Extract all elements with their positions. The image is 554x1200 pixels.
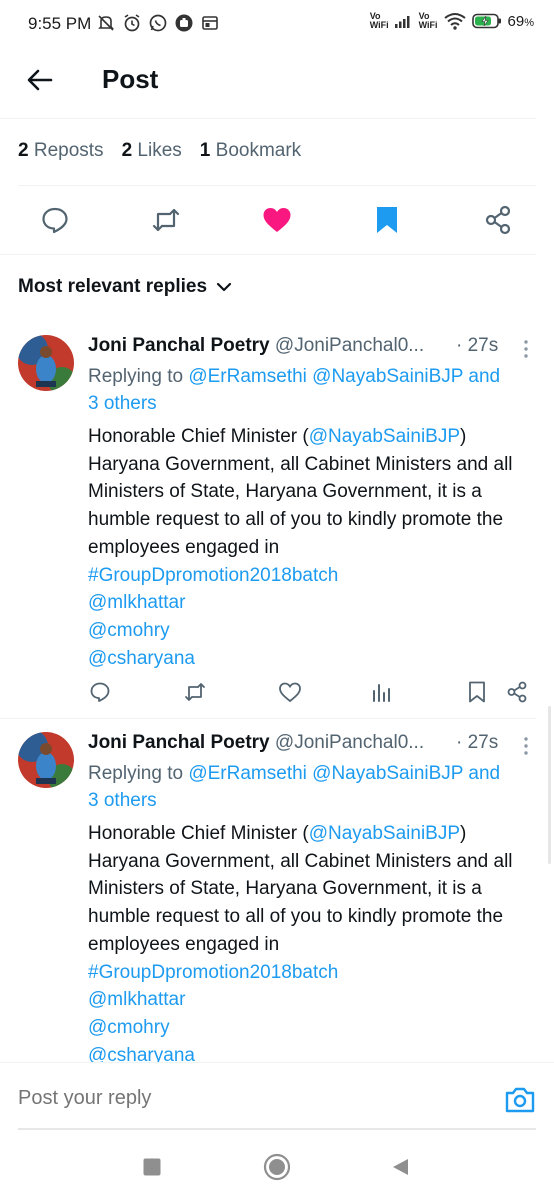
share-icon[interactable] — [505, 680, 529, 704]
reposts-stat[interactable]: 2 Reposts — [18, 140, 104, 170]
mention-link[interactable]: @mlkhattar — [88, 989, 185, 1010]
mention-link[interactable]: @NayabSainiBJP — [312, 366, 463, 387]
battery-level: 69% — [507, 12, 534, 30]
mention-link[interactable]: @mlkhattar — [88, 592, 185, 613]
home-icon[interactable] — [263, 1153, 291, 1181]
others-link[interactable]: 3 others — [88, 790, 157, 811]
vowifi-1: Vo WiFi — [369, 11, 389, 30]
vowifi-2: Vo WiFi — [418, 11, 438, 30]
more-options-icon[interactable] — [520, 736, 532, 756]
battery-icon — [471, 13, 501, 29]
recents-icon[interactable] — [142, 1157, 162, 1177]
page-title: Post — [102, 64, 159, 94]
author-handle[interactable]: @JoniPanchal0... — [275, 335, 424, 356]
share-icon[interactable] — [482, 204, 514, 236]
wifi-icon — [443, 13, 466, 30]
reply-text: Honorable Chief Minister (@NayabSainiBJP… — [88, 820, 538, 1062]
mention-link[interactable]: @ErRamsethi — [188, 763, 307, 784]
post-action-bar — [0, 196, 554, 246]
more-options-icon[interactable] — [520, 339, 532, 359]
engagement-stats: 2 Reposts 2 Likes 1 Bookmark — [18, 140, 319, 170]
header: Post — [0, 50, 554, 114]
replies-sort-dropdown[interactable]: Most relevant replies — [18, 276, 233, 298]
back-nav-icon[interactable] — [390, 1157, 410, 1177]
status-time: 9:55 PM — [28, 14, 92, 33]
author-name[interactable]: Joni Panchal Poetry — [88, 335, 270, 356]
mention-link[interactable]: @NayabSainiBJP — [309, 426, 460, 447]
composer-divider — [18, 1128, 536, 1130]
bookmark-icon[interactable] — [465, 680, 489, 704]
reply-meta: Joni Panchal Poetry @JoniPanchal0... — [88, 335, 508, 361]
action-divider — [0, 254, 536, 255]
like-icon[interactable] — [261, 204, 293, 236]
news-icon — [202, 16, 218, 30]
app-icon — [175, 14, 193, 32]
hashtag-link[interactable]: #GroupDpromotion2018batch — [88, 565, 338, 586]
reply-time: · 27s — [456, 335, 499, 356]
likes-stat[interactable]: 2 Likes — [122, 140, 182, 170]
scrollbar[interactable] — [548, 706, 551, 864]
reply-icon[interactable] — [39, 204, 71, 236]
post-page: 9:55 PM Vo WiFi Vo WiFi 69% Post 2 Reposts… — [0, 0, 554, 1200]
like-icon[interactable] — [278, 680, 302, 704]
status-bar: 9:55 PM Vo WiFi Vo WiFi 69% — [0, 0, 554, 50]
whatsapp-icon — [149, 14, 167, 32]
reply-composer — [0, 1062, 554, 1132]
mention-link[interactable]: @NayabSainiBJP — [309, 823, 460, 844]
mute-icon — [98, 15, 114, 31]
mention-link[interactable]: @csharyana — [88, 1045, 195, 1062]
stats-divider — [18, 185, 536, 186]
repost-icon[interactable] — [183, 680, 207, 704]
author-name[interactable]: Joni Panchal Poetry — [88, 732, 270, 753]
reply-text: Honorable Chief Minister (@NayabSainiBJP… — [88, 426, 513, 669]
reply-item[interactable]: Joni Panchal Poetry @JoniPanchal0... · 2… — [0, 732, 554, 1062]
mention-link[interactable]: @cmohry — [88, 620, 170, 641]
avatar[interactable] — [18, 335, 74, 391]
chevron-down-icon — [216, 282, 232, 292]
header-divider — [0, 118, 536, 119]
reply-actions — [0, 680, 554, 704]
replying-to: Replying to @ErRamsethi @NayabSainiBJP a… — [88, 763, 501, 811]
mention-link[interactable]: @ErRamsethi — [188, 366, 307, 387]
mention-link[interactable]: @NayabSainiBJP — [312, 763, 463, 784]
reply-item[interactable]: Joni Panchal Poetry @JoniPanchal0... · 2… — [0, 335, 554, 705]
mention-link[interactable]: @cmohry — [88, 1017, 170, 1038]
system-nav-bar — [0, 1135, 554, 1200]
signal-icon-1 — [394, 16, 410, 28]
sort-label: Most relevant replies — [18, 276, 208, 297]
reply-icon[interactable] — [88, 680, 112, 704]
replying-to: Replying to @ErRamsethi @NayabSainiBJP a… — [88, 366, 501, 414]
avatar[interactable] — [18, 732, 74, 788]
reply-time: · 27s — [456, 732, 499, 753]
repost-icon[interactable] — [150, 204, 182, 236]
others-link[interactable]: 3 others — [88, 393, 157, 414]
reply-meta: Joni Panchal Poetry @JoniPanchal0... — [88, 732, 508, 758]
camera-icon[interactable] — [504, 1085, 536, 1115]
bookmarks-stat[interactable]: 1 Bookmark — [200, 140, 301, 170]
mention-link[interactable]: @csharyana — [88, 648, 195, 669]
hashtag-link[interactable]: #GroupDpromotion2018batch — [88, 962, 338, 983]
reply-input[interactable] — [18, 1087, 418, 1110]
author-handle[interactable]: @JoniPanchal0... — [275, 732, 424, 753]
back-arrow-icon[interactable] — [24, 64, 56, 96]
alarm-icon — [124, 14, 140, 32]
reply-divider — [0, 718, 536, 719]
views-icon[interactable] — [370, 680, 394, 704]
bookmark-icon[interactable] — [371, 204, 403, 236]
